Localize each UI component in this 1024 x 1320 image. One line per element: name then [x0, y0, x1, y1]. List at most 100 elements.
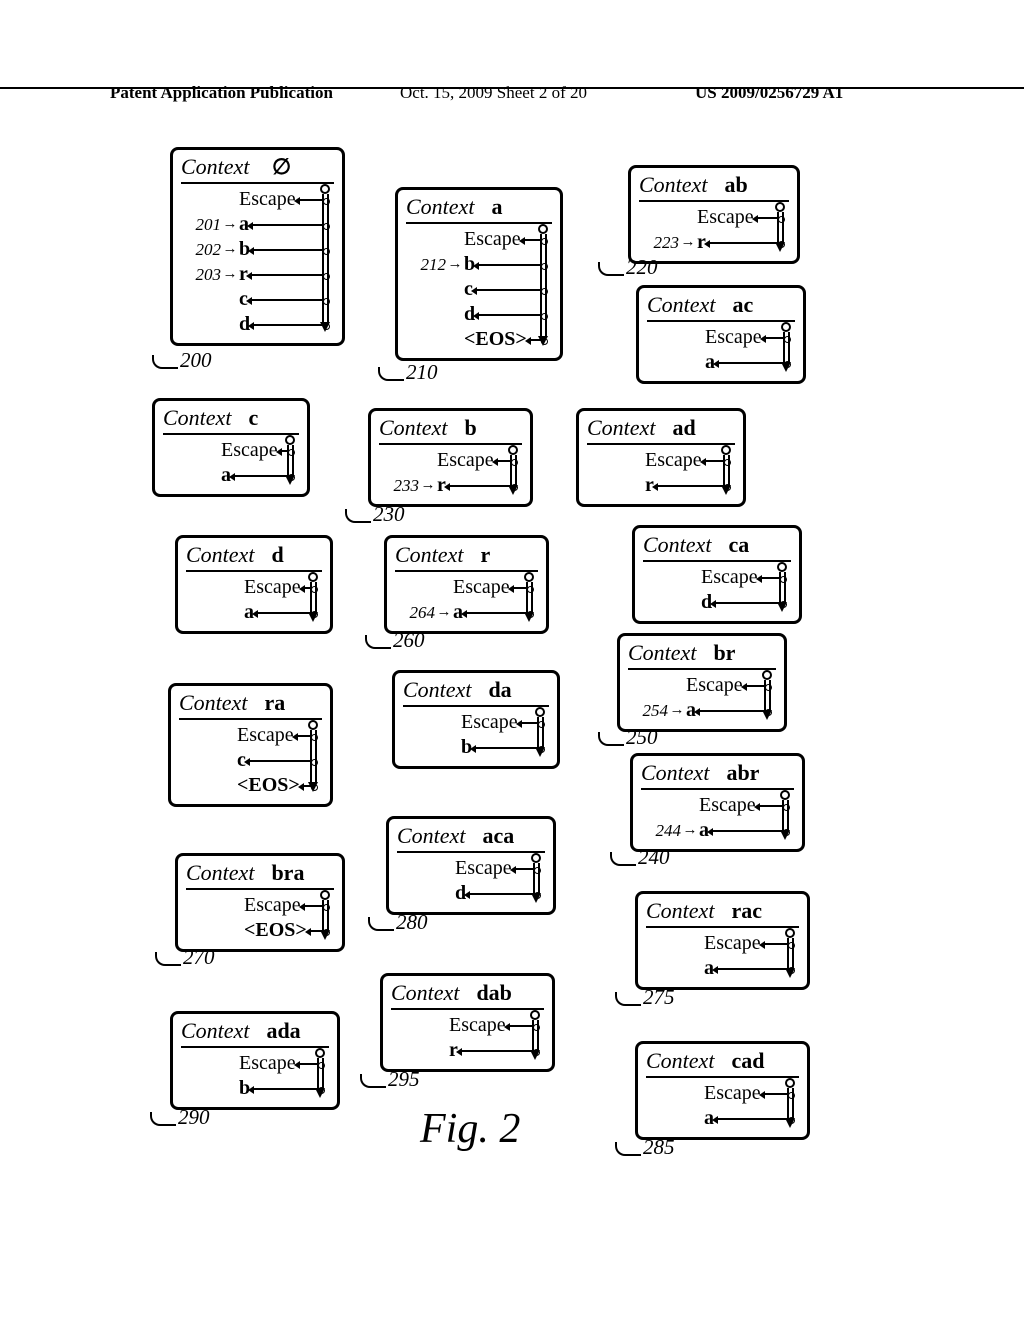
- context-name: abr: [726, 760, 759, 785]
- row-ref: 201: [181, 214, 221, 235]
- escape-label: Escape: [699, 793, 756, 818]
- pin-icon: [528, 1010, 542, 1060]
- context-word: Context: [406, 194, 474, 219]
- pin-icon: [306, 572, 320, 622]
- context-name: ac: [732, 292, 753, 317]
- context-word: Context: [186, 860, 254, 885]
- escape-label: Escape: [237, 723, 294, 748]
- figure-area: Context ∅ Escape 201→a 202→b 203→r c d 2…: [0, 140, 1024, 1300]
- context-word: Context: [395, 542, 463, 567]
- context-word: Context: [628, 640, 696, 665]
- context-name: bra: [271, 860, 304, 885]
- context-d: Context d Escape a: [175, 535, 333, 634]
- escape-label: Escape: [704, 1081, 761, 1106]
- pin-icon: [778, 790, 792, 840]
- context-ad: Context ad Escape r: [576, 408, 746, 507]
- context-word: Context: [639, 172, 707, 197]
- context-name: ada: [266, 1018, 300, 1043]
- pin-icon: [318, 890, 332, 940]
- escape-label: Escape: [239, 1051, 296, 1076]
- pin-icon: [318, 184, 332, 332]
- escape-label: Escape: [645, 448, 702, 473]
- escape-label: Escape: [701, 565, 758, 590]
- header-right-text: US 2009/0256729 A1: [695, 83, 843, 103]
- context-empty: Context ∅ Escape 201→a 202→b 203→r c d: [170, 147, 345, 346]
- context-name: a: [491, 194, 502, 219]
- escape-label: Escape: [705, 325, 762, 350]
- context-name: rac: [731, 898, 762, 923]
- context-word: Context: [647, 292, 715, 317]
- row-ref: 244: [641, 820, 681, 841]
- ref-295: 295: [360, 1067, 420, 1092]
- escape-label: Escape: [221, 438, 278, 463]
- row-ref: 202: [181, 239, 221, 260]
- ref-240: 240: [610, 845, 670, 870]
- pin-icon: [775, 562, 789, 612]
- context-name: r: [480, 542, 490, 567]
- pin-icon: [719, 445, 733, 495]
- header-left-text: Patent Application Publication: [110, 83, 333, 103]
- context-name: ∅: [272, 154, 291, 179]
- context-word: Context: [397, 823, 465, 848]
- context-word: Context: [379, 415, 447, 440]
- escape-label: Escape: [244, 575, 301, 600]
- row-ref: 254: [628, 700, 668, 721]
- context-bra: Context bra Escape <EOS>: [175, 853, 345, 952]
- context-word: Context: [163, 405, 231, 430]
- context-word: Context: [391, 980, 459, 1005]
- ref-275: 275: [615, 985, 675, 1010]
- context-name: ra: [264, 690, 285, 715]
- escape-label: Escape: [437, 448, 494, 473]
- pin-icon: [760, 670, 774, 720]
- context-name: b: [464, 415, 476, 440]
- context-name: da: [488, 677, 511, 702]
- row-ref: 212: [406, 254, 446, 275]
- context-dab: Context dab Escape r: [380, 973, 555, 1072]
- context-name: aca: [482, 823, 514, 848]
- context-word: Context: [186, 542, 254, 567]
- context-word: Context: [646, 1048, 714, 1073]
- context-name: ab: [724, 172, 747, 197]
- symbol: <EOS>: [464, 327, 527, 352]
- context-abr: Context abr Escape 244→a: [630, 753, 805, 852]
- ref-285: 285: [615, 1135, 675, 1160]
- pin-icon: [773, 202, 787, 252]
- context-name: c: [248, 405, 258, 430]
- escape-label: Escape: [704, 931, 761, 956]
- context-word: Context: [181, 154, 249, 179]
- ref-220: 220: [598, 255, 658, 280]
- ref-260: 260: [365, 628, 425, 653]
- symbol: <EOS>: [244, 918, 307, 943]
- ref-230: 230: [345, 502, 405, 527]
- context-da: Context da Escape b: [392, 670, 560, 769]
- context-cad: Context cad Escape a: [635, 1041, 810, 1140]
- ref-290: 290: [150, 1105, 210, 1130]
- ref-200: 200: [152, 348, 212, 373]
- context-aca: Context aca Escape d: [386, 816, 556, 915]
- context-word: Context: [181, 1018, 249, 1043]
- pin-icon: [306, 720, 320, 792]
- pin-icon: [783, 1078, 797, 1128]
- escape-label: Escape: [239, 187, 296, 212]
- context-word: Context: [587, 415, 655, 440]
- escape-label: Escape: [449, 1013, 506, 1038]
- context-name: ca: [728, 532, 749, 557]
- context-ada: Context ada Escape b: [170, 1011, 340, 1110]
- escape-label: Escape: [453, 575, 510, 600]
- row-ref: 223: [639, 232, 679, 253]
- context-name: d: [271, 542, 283, 567]
- escape-label: Escape: [464, 227, 521, 252]
- page-header: Patent Application Publication Oct. 15, …: [0, 83, 1024, 89]
- context-word: Context: [643, 532, 711, 557]
- context-name: ad: [672, 415, 695, 440]
- context-ra: Context ra Escape c <EOS>: [168, 683, 333, 807]
- figure-caption: Fig. 2: [420, 1105, 520, 1153]
- context-word: Context: [641, 760, 709, 785]
- escape-label: Escape: [455, 856, 512, 881]
- context-br: Context br Escape 254→a: [617, 633, 787, 732]
- context-name: br: [713, 640, 735, 665]
- pin-icon: [783, 928, 797, 978]
- escape-label: Escape: [461, 710, 518, 735]
- context-r: Context r Escape 264→a: [384, 535, 549, 634]
- context-word: Context: [179, 690, 247, 715]
